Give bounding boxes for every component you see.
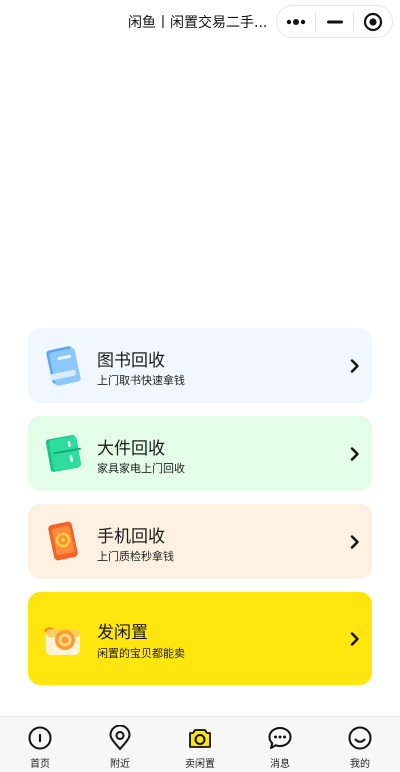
- camera-icon: [189, 729, 211, 748]
- card-title: 手机回收: [97, 527, 165, 547]
- location-pin-icon: [109, 725, 131, 751]
- card-sell-idle[interactable]: 发闲置 闲置的宝贝都能卖: [28, 592, 372, 685]
- capsule-menu: [276, 5, 393, 38]
- tab-label: 卖闲置: [185, 759, 215, 770]
- card-title: 图书回收: [97, 351, 165, 371]
- tab-nearby[interactable]: 附近: [80, 717, 160, 772]
- card-subtitle: 家具家电上门回收: [97, 462, 185, 475]
- bottom-tab-bar: 首页 附近 卖闲置 消息 我的: [0, 716, 400, 772]
- tab-messages[interactable]: 消息: [240, 717, 320, 772]
- card-subtitle: 上门质检秒拿钱: [97, 550, 174, 563]
- smile-face-icon: [348, 726, 372, 750]
- chevron-right-icon: [350, 632, 359, 646]
- camera-icon: [44, 627, 80, 655]
- tab-label: 附近: [110, 759, 130, 770]
- fridge-icon: [45, 435, 82, 472]
- chevron-right-icon: [350, 359, 359, 373]
- tab-label: 消息: [270, 759, 290, 770]
- home-icon: [28, 726, 52, 750]
- card-subtitle: 闲置的宝贝都能卖: [97, 647, 185, 660]
- card-subtitle: 上门取书快速拿钱: [97, 374, 185, 387]
- more-icon: [286, 18, 306, 25]
- book-icon: [46, 346, 81, 386]
- tab-label: 首页: [30, 759, 50, 770]
- minimize-button[interactable]: [316, 6, 354, 37]
- card-title: 大件回收: [97, 439, 165, 459]
- chevron-right-icon: [350, 447, 359, 461]
- tab-label: 我的: [350, 759, 370, 770]
- close-target-icon: [364, 12, 383, 31]
- page-title: 闲鱼丨闲置交易二手...: [128, 15, 268, 31]
- card-title: 发闲置: [97, 623, 148, 643]
- tab-profile[interactable]: 我的: [320, 717, 400, 772]
- card-phone-recycle[interactable]: 手机回收 上门质检秒拿钱: [28, 504, 372, 579]
- more-button[interactable]: [277, 6, 315, 37]
- card-book-recycle[interactable]: 图书回收 上门取书快速拿钱: [28, 328, 372, 403]
- top-bar: 闲鱼丨闲置交易二手...: [0, 0, 400, 44]
- minimize-icon: [326, 20, 343, 23]
- chat-bubble-icon: [268, 727, 292, 749]
- tab-sell-idle[interactable]: 卖闲置: [160, 717, 240, 772]
- card-large-item-recycle[interactable]: 大件回收 家具家电上门回收: [28, 416, 372, 491]
- phone-icon: [48, 521, 78, 561]
- close-button[interactable]: [354, 6, 392, 37]
- chevron-right-icon: [350, 535, 359, 549]
- tab-home[interactable]: 首页: [0, 717, 80, 772]
